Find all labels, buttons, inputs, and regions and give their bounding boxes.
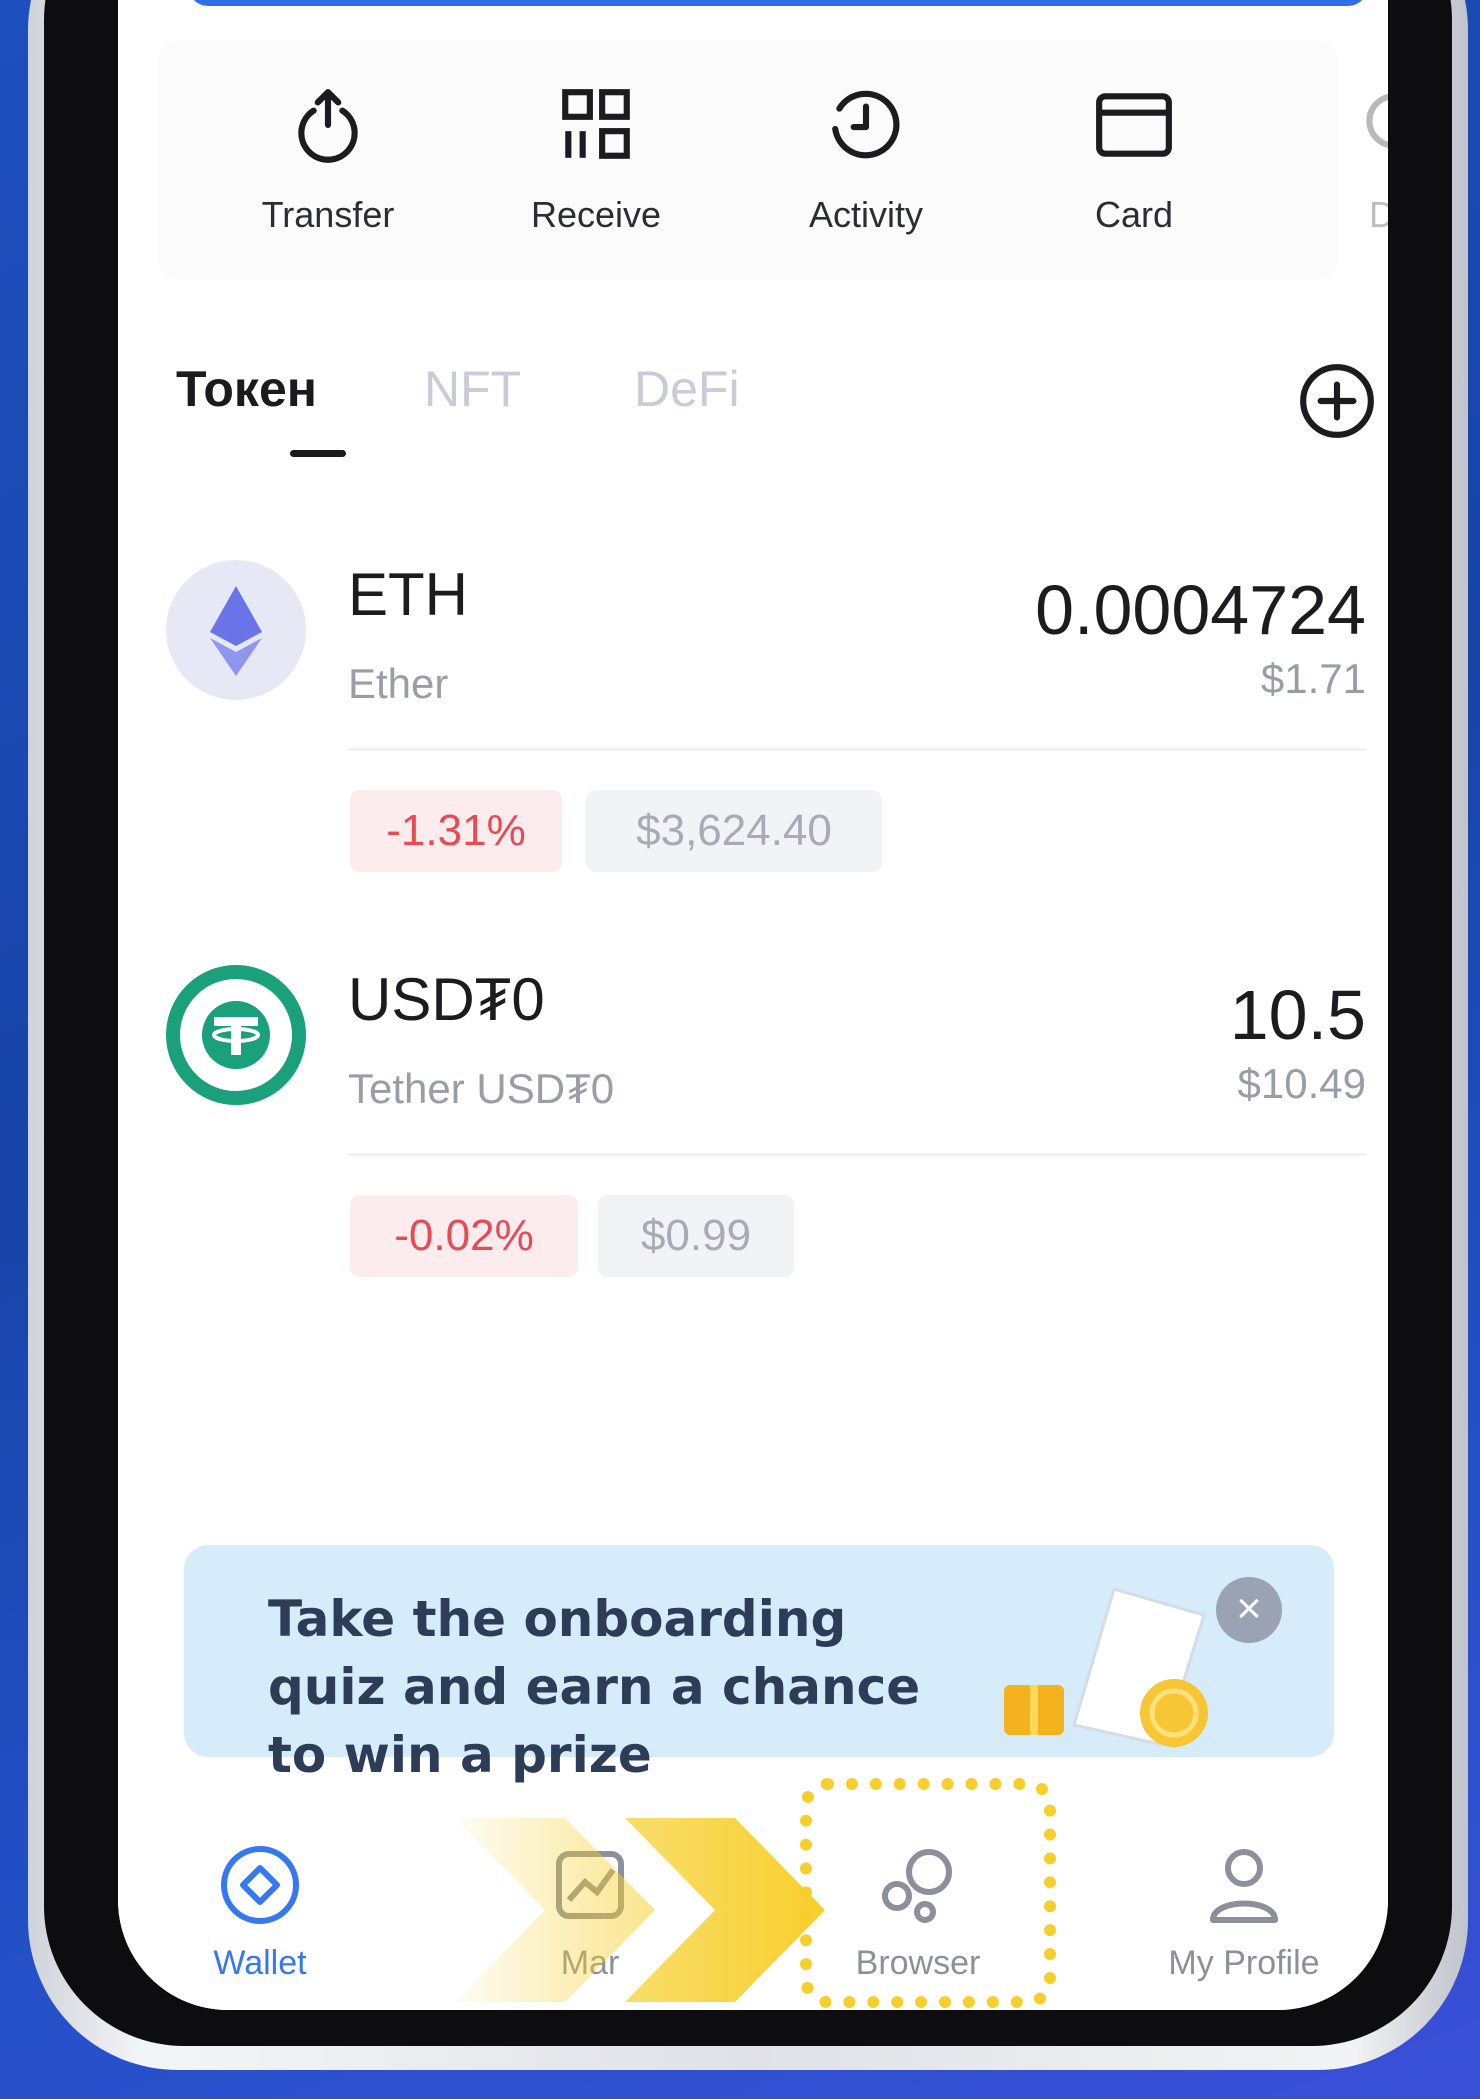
token-symbol: ETH xyxy=(348,561,468,628)
card-label: Card xyxy=(1094,194,1174,235)
token-name: Tether USD₮0 xyxy=(348,1065,615,1112)
banner-text: Take the onboarding quiz and earn a chan… xyxy=(268,1590,921,1784)
dapp-button[interactable]: DA xyxy=(1284,84,1388,236)
token-name: Ether xyxy=(348,660,449,707)
token-amount: 10.5 xyxy=(1229,976,1366,1054)
card-icon xyxy=(1096,93,1172,157)
activity-icon xyxy=(832,90,900,159)
receive-label: Receive xyxy=(530,194,662,235)
tab-nft[interactable]: NFT xyxy=(424,360,521,418)
tab-defi[interactable]: DeFi xyxy=(634,360,740,418)
top-card-edge xyxy=(188,0,1368,6)
tether-logo-icon xyxy=(166,965,306,1105)
activity-button[interactable]: Activity xyxy=(756,84,976,236)
profile-icon xyxy=(1210,1849,1278,1923)
row-divider xyxy=(348,748,1366,751)
transfer-button[interactable]: Transfer xyxy=(218,84,438,236)
token-fiat-value: $1.71 xyxy=(1260,655,1366,702)
price-change-badge: -1.31% xyxy=(350,790,562,872)
nav-wallet[interactable]: Wallet xyxy=(140,1840,380,1983)
asset-tabs: Токен NFT DeFi xyxy=(176,360,1348,460)
onboarding-quiz-banner[interactable]: Take the onboarding quiz and earn a chan… xyxy=(184,1545,1334,1784)
card-button[interactable]: Card xyxy=(1024,84,1244,236)
receive-button[interactable]: Receive xyxy=(486,84,706,236)
tab-token[interactable]: Токен xyxy=(176,360,317,418)
transfer-label: Transfer xyxy=(261,194,395,235)
quick-actions: Transfer Receive Activity Card D xyxy=(158,40,1388,280)
gift-coin-illustration-icon xyxy=(1004,1587,1208,1747)
price-badge: $3,624.40 xyxy=(586,790,882,872)
token-fiat-value: $10.49 xyxy=(1237,1060,1366,1107)
wallet-screen: Transfer Receive Activity Card D Токен N… xyxy=(118,0,1388,2010)
add-token-icon[interactable] xyxy=(1296,360,1378,442)
receive-icon xyxy=(562,89,630,159)
price-change-badge: -0.02% xyxy=(350,1195,578,1277)
browser-highlight-frame xyxy=(800,1778,1056,2008)
row-divider xyxy=(348,1153,1366,1156)
pointer-arrows-icon xyxy=(455,1818,825,2002)
transfer-icon xyxy=(298,89,358,163)
dapp-label: DA xyxy=(1368,194,1388,235)
wallet-icon xyxy=(221,1846,299,1924)
eth-logo-icon xyxy=(166,560,306,700)
nav-profile-label: My Profile xyxy=(1168,1944,1320,1982)
active-tab-indicator xyxy=(290,450,346,457)
token-symbol: USD₮0 xyxy=(348,966,545,1033)
nav-profile[interactable]: My Profile xyxy=(1124,1840,1364,1983)
dapp-icon xyxy=(1366,93,1388,148)
activity-label: Activity xyxy=(808,194,923,235)
price-badge: $0.99 xyxy=(598,1195,794,1277)
banner-close-button[interactable]: × xyxy=(1216,1577,1282,1643)
nav-wallet-label: Wallet xyxy=(213,1944,307,1982)
token-amount: 0.0004724 xyxy=(1035,571,1366,649)
